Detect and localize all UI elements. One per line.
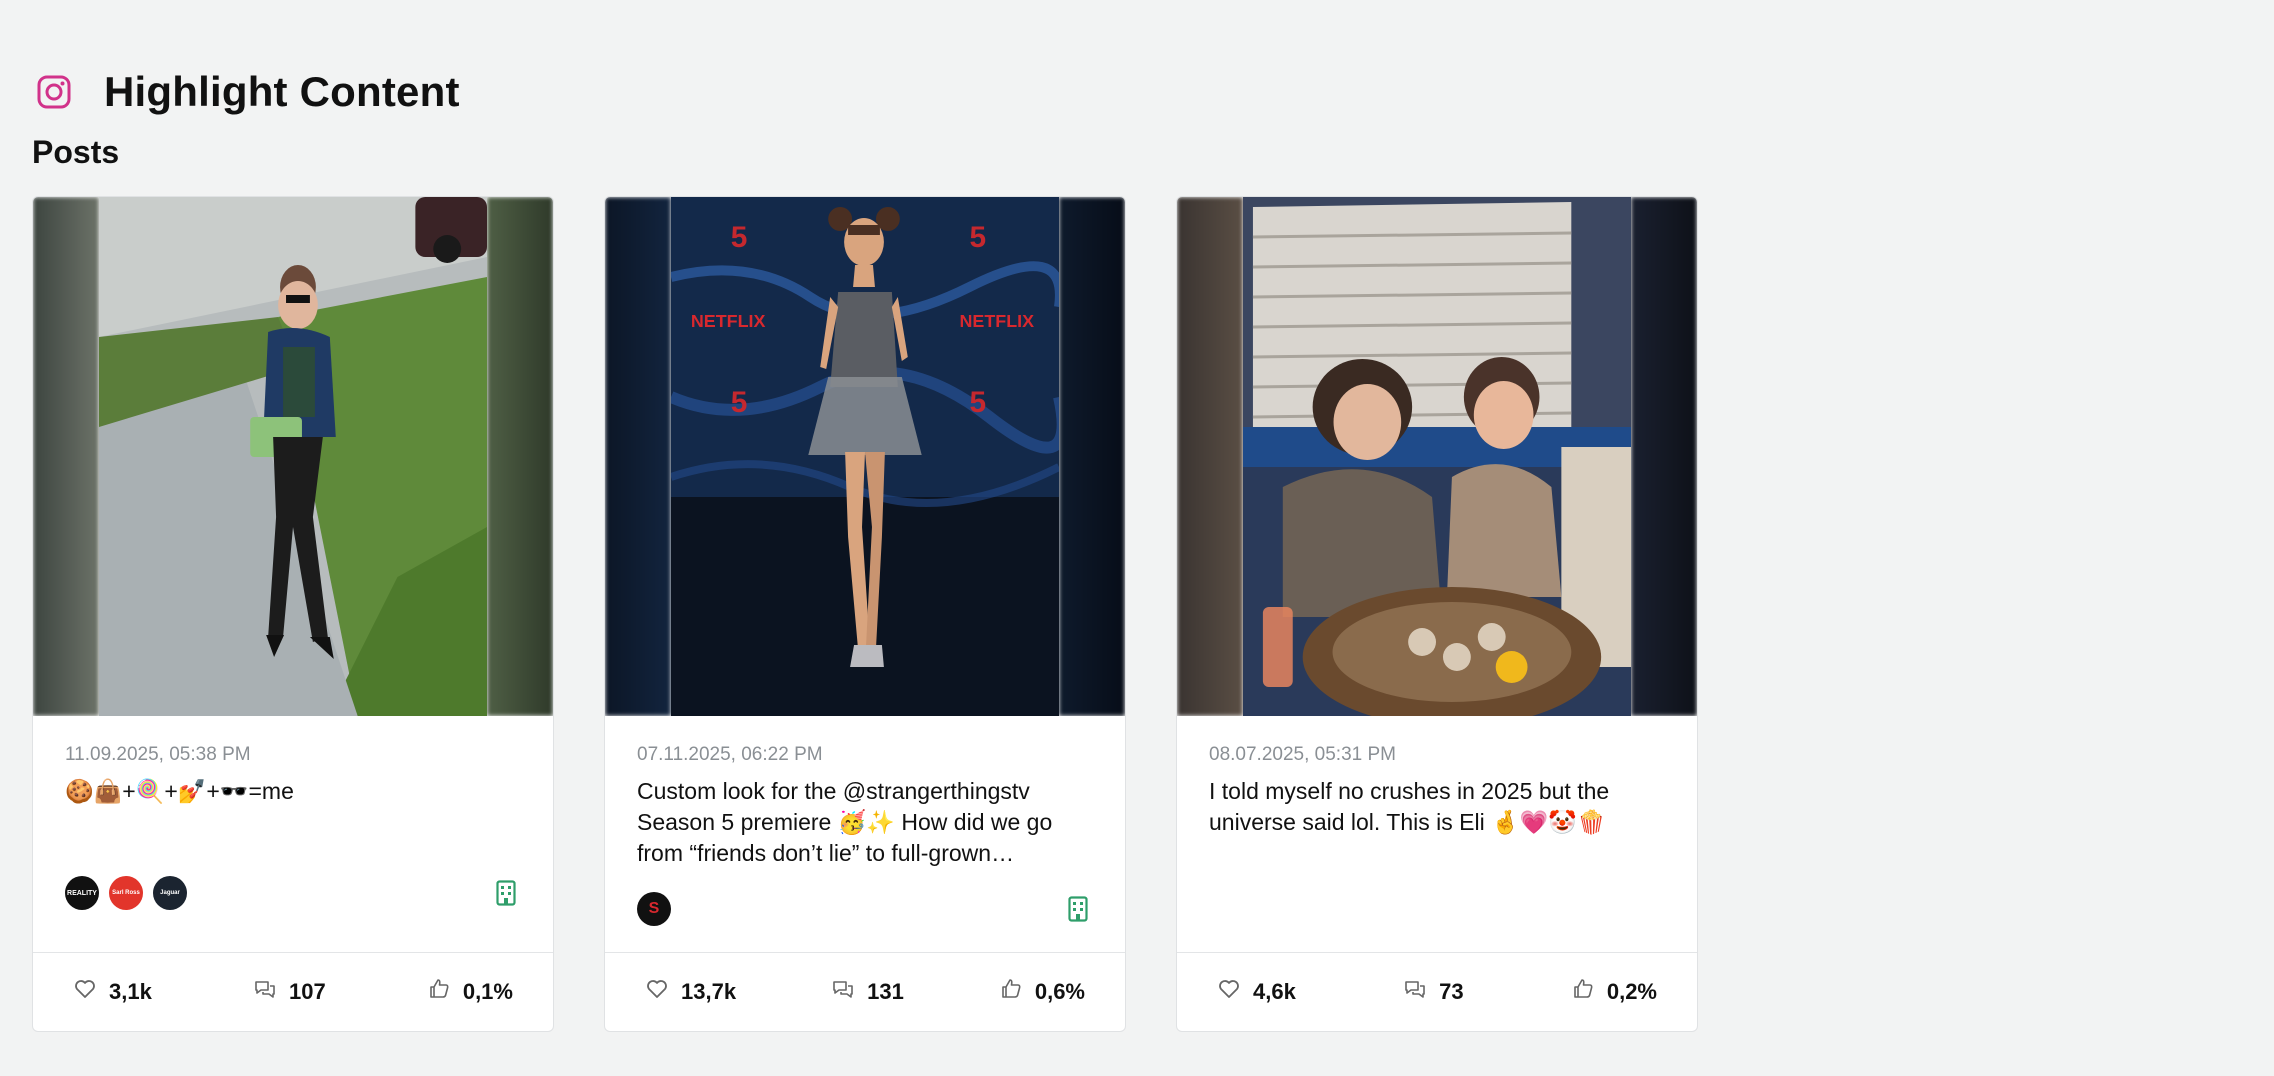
heart-icon	[73, 977, 97, 1007]
likes-count: 13,7k	[681, 979, 737, 1004]
comments-count: 107	[288, 979, 326, 1004]
likes-count: 3,1k	[109, 979, 152, 1004]
comments-stat: 107	[253, 977, 326, 1007]
post-card[interactable]: 11.09.2025, 05:38 PM 🍪👜+🍭+💅+🕶️=me REALIT…	[32, 196, 554, 1032]
comments-stat: 131	[831, 977, 904, 1007]
post-body: 08.07.2025, 05:31 PM I told myself no cr…	[1177, 716, 1697, 952]
svg-text:5: 5	[969, 386, 986, 419]
comments-count: 73	[1439, 979, 1464, 1004]
posts-section-title: Posts	[32, 134, 120, 170]
post-image[interactable]: 5 5 NETFLIX NETFLIX 5 5	[605, 197, 1125, 716]
thumbs-up-icon	[427, 977, 451, 1007]
svg-text:NETFLIX: NETFLIX	[691, 311, 766, 331]
comments-icon	[1403, 977, 1427, 1007]
engagement-rate: 0,6%	[1034, 979, 1085, 1004]
comments-icon	[253, 977, 277, 1007]
comments-count: 131	[867, 979, 904, 1004]
post-stats: 3,1k 107 0,1%	[33, 952, 553, 1031]
post-date: 11.09.2025, 05:38 PM	[65, 744, 251, 765]
engagement-stat: 0,2%	[1571, 977, 1657, 1007]
likes-stat: 4,6k	[1217, 977, 1296, 1007]
svg-text:5: 5	[969, 221, 986, 254]
post-card[interactable]: 08.07.2025, 05:31 PM I told myself no cr…	[1176, 196, 1698, 1032]
post-card[interactable]: 5 5 NETFLIX NETFLIX 5 5 07.11.2025, 06:2…	[604, 196, 1126, 1032]
thumbs-up-icon	[999, 977, 1023, 1007]
post-stats: 13,7k 131 0,6%	[605, 952, 1125, 1031]
instagram-icon	[34, 72, 74, 112]
post-date: 07.11.2025, 06:22 PM	[637, 744, 823, 765]
post-date: 08.07.2025, 05:31 PM	[1209, 744, 1396, 765]
post-body: 11.09.2025, 05:38 PM 🍪👜+🍭+💅+🕶️=me REALIT…	[33, 716, 553, 952]
brand-avatars: S	[637, 892, 671, 926]
post-caption: Custom look for the @strangerthingstv Se…	[637, 778, 1059, 866]
comments-icon	[831, 977, 855, 1007]
svg-text:5: 5	[731, 221, 748, 254]
svg-text:5: 5	[731, 386, 748, 419]
brand-avatar[interactable]: Jaguar	[153, 876, 187, 910]
post-caption: I told myself no crushes in 2025 but the…	[1209, 778, 1616, 835]
posts-list: 11.09.2025, 05:38 PM 🍪👜+🍭+💅+🕶️=me REALIT…	[32, 196, 1698, 1032]
post-stats: 4,6k 73 0,2%	[1177, 952, 1697, 1031]
brand-avatar[interactable]: Sarl Ross	[109, 876, 143, 910]
svg-text:NETFLIX: NETFLIX	[960, 311, 1035, 331]
post-image[interactable]	[33, 197, 553, 716]
comments-stat: 73	[1403, 977, 1464, 1007]
likes-stat: 3,1k	[73, 977, 152, 1007]
post-caption: 🍪👜+🍭+💅+🕶️=me	[65, 778, 294, 804]
engagement-stat: 0,1%	[427, 977, 513, 1007]
page-title: Highlight Content	[104, 68, 460, 115]
building-icon[interactable]	[1067, 895, 1089, 923]
brand-avatars: REALITY Sarl Ross Jaguar	[65, 876, 187, 910]
engagement-stat: 0,6%	[999, 977, 1085, 1007]
brand-avatar[interactable]: S	[637, 892, 671, 926]
thumbs-up-icon	[1571, 977, 1595, 1007]
likes-count: 4,6k	[1253, 979, 1296, 1004]
engagement-rate: 0,2%	[1606, 979, 1657, 1004]
likes-stat: 13,7k	[645, 977, 736, 1007]
section-header: Highlight Content	[34, 66, 460, 118]
brand-avatar[interactable]: REALITY	[65, 876, 99, 910]
post-body: 07.11.2025, 06:22 PM Custom look for the…	[605, 716, 1125, 952]
heart-icon	[1217, 977, 1241, 1007]
engagement-rate: 0,1%	[462, 979, 513, 1004]
building-icon[interactable]	[495, 879, 517, 907]
post-image[interactable]	[1177, 197, 1697, 716]
heart-icon	[645, 977, 669, 1007]
